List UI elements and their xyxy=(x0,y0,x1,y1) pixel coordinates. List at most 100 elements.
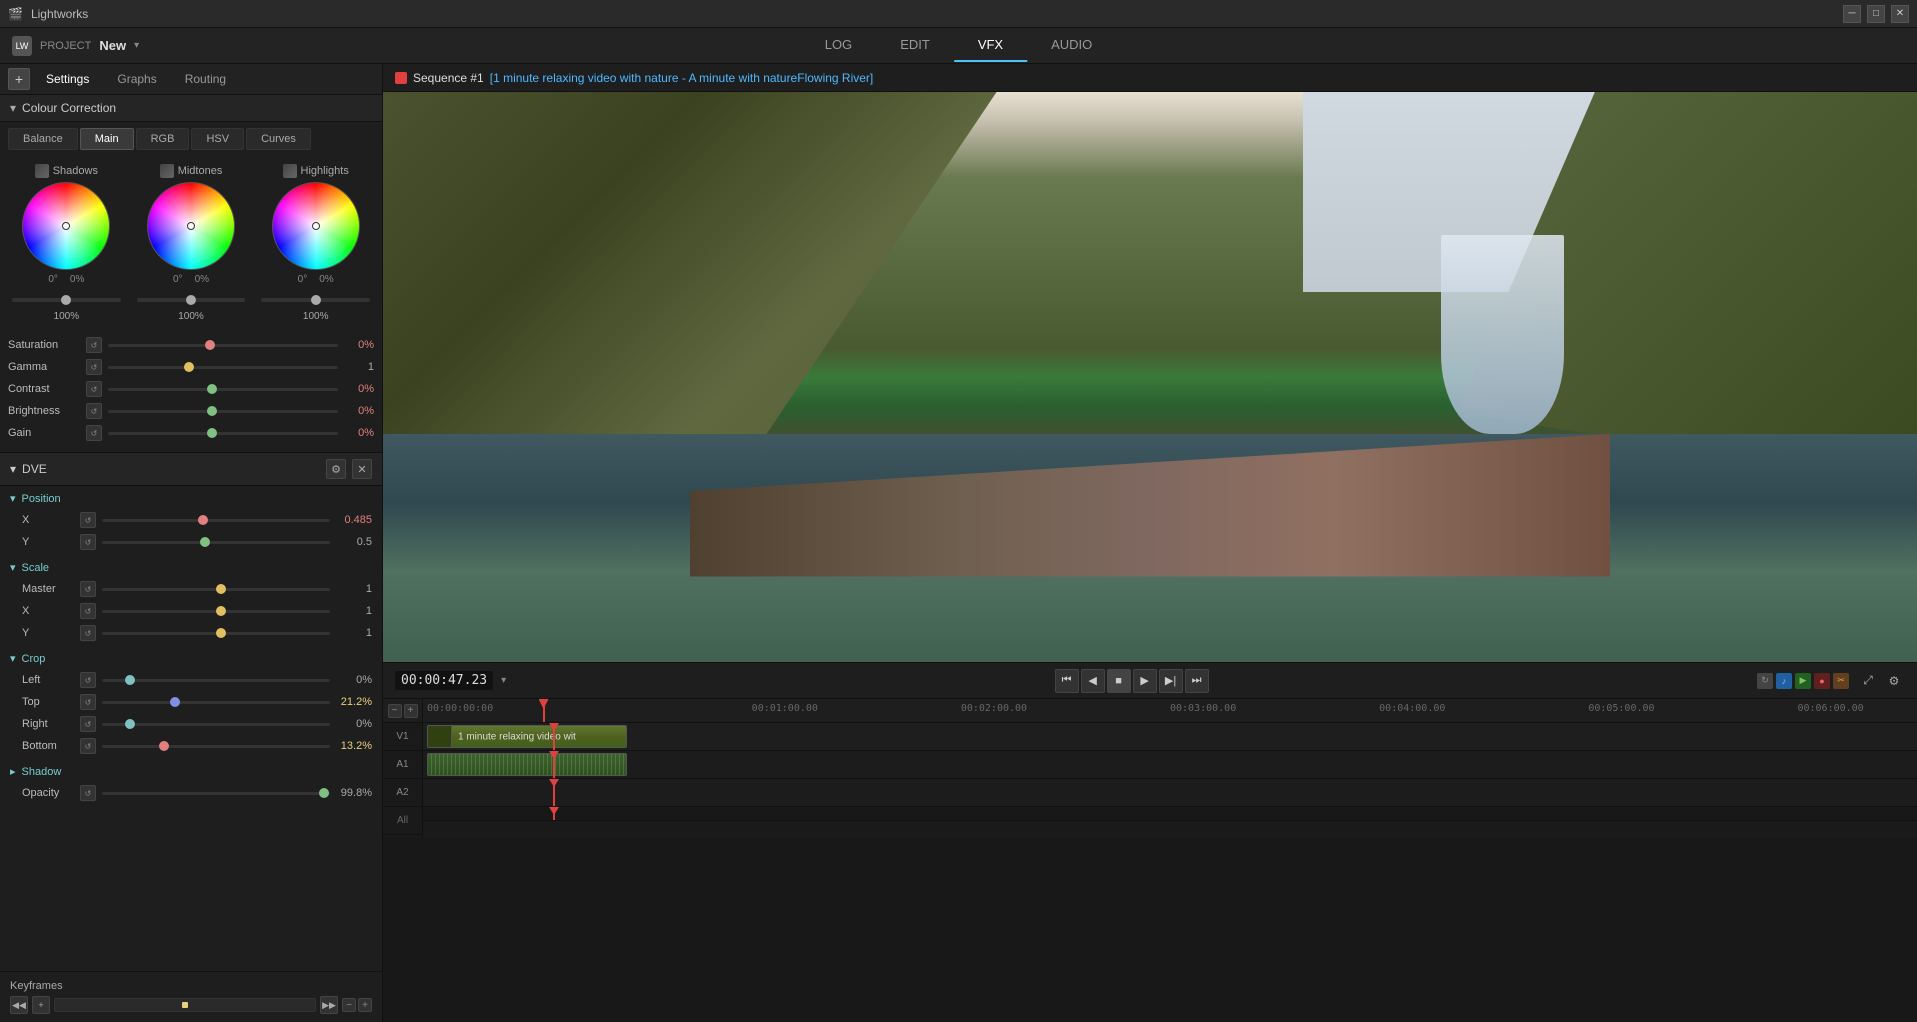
gamma-thumb[interactable] xyxy=(184,362,194,372)
gain-thumb[interactable] xyxy=(207,428,217,438)
minimize-button[interactable]: ─ xyxy=(1843,5,1861,23)
fullscreen-button[interactable]: ⤢ xyxy=(1857,670,1879,692)
pos-y-reset[interactable]: ↺ xyxy=(80,534,96,550)
timecode-dropdown[interactable]: ▾ xyxy=(501,675,506,686)
keyframes-add-button[interactable]: + xyxy=(32,996,50,1014)
go-to-end-button[interactable]: ⏭ xyxy=(1185,669,1209,693)
gain-track[interactable] xyxy=(108,432,338,435)
pos-x-reset[interactable]: ↺ xyxy=(80,512,96,528)
timeline-zoom-in[interactable]: + xyxy=(404,704,418,718)
contrast-reset[interactable]: ↺ xyxy=(86,381,102,397)
position-header[interactable]: ▾ Position xyxy=(0,488,382,509)
crop-right-reset[interactable]: ↺ xyxy=(80,716,96,732)
colour-correction-header[interactable]: ▾ Colour Correction xyxy=(0,95,382,122)
shadow-opacity-reset[interactable]: ↺ xyxy=(80,785,96,801)
keyframes-next-button[interactable]: ▶▶ xyxy=(320,996,338,1014)
crop-top-track[interactable] xyxy=(102,701,330,704)
crop-top-reset[interactable]: ↺ xyxy=(80,694,96,710)
color-tab-main[interactable]: Main xyxy=(80,128,134,150)
timeline-zoom-out[interactable]: − xyxy=(388,704,402,718)
wheel-highlights-dot[interactable] xyxy=(312,222,320,230)
project-name[interactable]: New xyxy=(99,38,126,53)
crop-left-track[interactable] xyxy=(102,679,330,682)
ruler-marks[interactable]: 00:00:00:00 00:01:00.00 00:02:00.00 00:0… xyxy=(423,699,1917,722)
saturation-thumb[interactable] xyxy=(205,340,215,350)
saturation-reset[interactable]: ↺ xyxy=(86,337,102,353)
color-tab-balance[interactable]: Balance xyxy=(8,128,78,150)
crop-header[interactable]: ▾ Crop xyxy=(0,648,382,669)
wheel-highlights-slider[interactable] xyxy=(261,298,370,302)
crop-bottom-track[interactable] xyxy=(102,745,330,748)
scale-y-thumb[interactable] xyxy=(216,628,226,638)
contrast-thumb[interactable] xyxy=(207,384,217,394)
gamma-track[interactable] xyxy=(108,366,338,369)
indicator-video[interactable]: ▶ xyxy=(1795,673,1811,689)
scale-master-track[interactable] xyxy=(102,588,330,591)
play-button[interactable]: ▶ xyxy=(1133,669,1157,693)
color-tab-rgb[interactable]: RGB xyxy=(136,128,190,150)
shadow-opacity-thumb[interactable] xyxy=(319,788,329,798)
dve-header-left[interactable]: ▾ DVE xyxy=(10,462,47,476)
indicator-loop[interactable]: ↻ xyxy=(1757,673,1773,689)
scale-x-thumb[interactable] xyxy=(216,606,226,616)
gamma-reset[interactable]: ↺ xyxy=(86,359,102,375)
tab-log[interactable]: LOG xyxy=(801,29,876,62)
keyframes-zoom-out[interactable]: − xyxy=(342,998,356,1012)
wheel-shadows-wheel[interactable] xyxy=(22,182,110,270)
scale-master-thumb[interactable] xyxy=(216,584,226,594)
wheel-highlights-wheel[interactable] xyxy=(272,182,360,270)
wheel-midtones-dot[interactable] xyxy=(187,222,195,230)
crop-top-thumb[interactable] xyxy=(170,697,180,707)
tab-settings[interactable]: Settings xyxy=(34,68,101,90)
clip-a1[interactable] xyxy=(427,753,627,776)
wheel-midtones-slider[interactable] xyxy=(137,298,246,302)
tab-vfx[interactable]: VFX xyxy=(954,29,1027,62)
shadow-opacity-track[interactable] xyxy=(102,792,330,795)
color-tab-hsv[interactable]: HSV xyxy=(191,128,244,150)
keyframes-zoom-in[interactable]: + xyxy=(358,998,372,1012)
pos-x-thumb[interactable] xyxy=(198,515,208,525)
pos-y-track[interactable] xyxy=(102,541,330,544)
pos-y-thumb[interactable] xyxy=(200,537,210,547)
wheel-midtones-wheel[interactable] xyxy=(147,182,235,270)
restore-button[interactable]: □ xyxy=(1867,5,1885,23)
scale-y-reset[interactable]: ↺ xyxy=(80,625,96,641)
tab-audio[interactable]: AUDIO xyxy=(1027,29,1116,62)
crop-bottom-reset[interactable]: ↺ xyxy=(80,738,96,754)
scale-y-track[interactable] xyxy=(102,632,330,635)
scale-x-reset[interactable]: ↺ xyxy=(80,603,96,619)
dve-close-button[interactable]: ✕ xyxy=(352,459,372,479)
tab-edit[interactable]: EDIT xyxy=(876,29,954,62)
tab-routing[interactable]: Routing xyxy=(173,68,238,90)
wheel-shadows-slider[interactable] xyxy=(12,298,121,302)
settings-button[interactable]: ⚙ xyxy=(1883,670,1905,692)
keyframes-prev-button[interactable]: ◀◀ xyxy=(10,996,28,1014)
scale-master-reset[interactable]: ↺ xyxy=(80,581,96,597)
keyframes-track[interactable] xyxy=(54,998,316,1012)
dve-settings-button[interactable]: ⚙ xyxy=(326,459,346,479)
contrast-track[interactable] xyxy=(108,388,338,391)
crop-right-thumb[interactable] xyxy=(125,719,135,729)
prev-frame-button[interactable]: ◀ xyxy=(1081,669,1105,693)
scale-header[interactable]: ▾ Scale xyxy=(0,557,382,578)
stop-button[interactable]: ■ xyxy=(1107,669,1131,693)
brightness-thumb[interactable] xyxy=(207,406,217,416)
go-to-start-button[interactable]: ⏮ xyxy=(1055,669,1079,693)
close-button[interactable]: ✕ xyxy=(1891,5,1909,23)
shadow-header[interactable]: ▸ Shadow xyxy=(0,761,382,782)
brightness-track[interactable] xyxy=(108,410,338,413)
clip-v1[interactable]: 1 minute relaxing video wit xyxy=(427,725,627,748)
next-frame-button[interactable]: ▶| xyxy=(1159,669,1183,693)
wheel-shadows-dot[interactable] xyxy=(62,222,70,230)
timeline-playhead[interactable] xyxy=(543,699,545,722)
scale-x-track[interactable] xyxy=(102,610,330,613)
add-effect-button[interactable]: + xyxy=(8,68,30,90)
indicator-audio[interactable]: ♪ xyxy=(1776,673,1792,689)
indicator-edit[interactable]: ✂ xyxy=(1833,673,1849,689)
indicator-record[interactable]: ● xyxy=(1814,673,1830,689)
color-tab-curves[interactable]: Curves xyxy=(246,128,311,150)
tab-graphs[interactable]: Graphs xyxy=(105,68,168,90)
crop-left-reset[interactable]: ↺ xyxy=(80,672,96,688)
saturation-track[interactable] xyxy=(108,344,338,347)
crop-bottom-thumb[interactable] xyxy=(159,741,169,751)
